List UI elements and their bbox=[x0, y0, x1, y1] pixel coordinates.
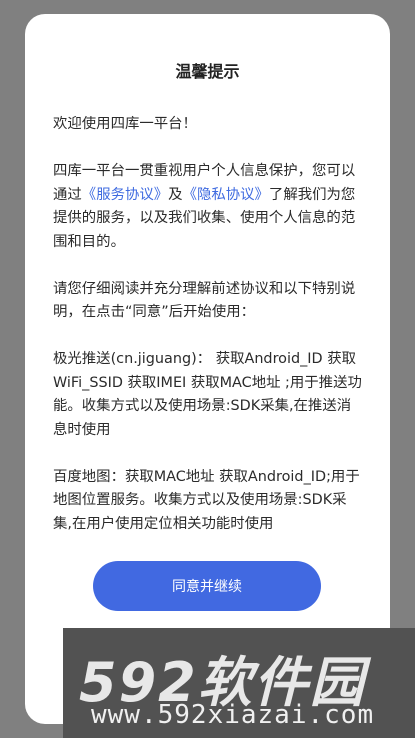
privacy-paragraph: 四库一平台一贯重视用户个人信息保护，您可以通过《服务协议》及《隐私协议》了解我们… bbox=[53, 160, 365, 254]
privacy-and: 及 bbox=[168, 186, 183, 203]
dialog-body: 欢迎使用四库一平台！ 四库一平台一贯重视用户个人信息保护，您可以通过《服务协议》… bbox=[53, 113, 365, 536]
privacy-dialog: 温馨提示 欢迎使用四库一平台！ 四库一平台一贯重视用户个人信息保护，您可以通过《… bbox=[25, 14, 390, 724]
dialog-title: 温馨提示 bbox=[175, 62, 240, 81]
read-notice: 请您仔细阅读并充分理解前述协议和以下特别说明，在点击“同意”后开始使用： bbox=[53, 280, 356, 321]
watermark-url: www.592xiazai.com bbox=[91, 700, 375, 730]
service-agreement-link[interactable]: 《服务协议》 bbox=[82, 187, 168, 203]
welcome-text: 欢迎使用四库一平台！ bbox=[53, 116, 197, 132]
jpush-notice: 极光推送(cn.jiguang)： 获取Android_ID 获取WiFi_SS… bbox=[53, 351, 362, 438]
site-watermark: 592软件园 www.592xiazai.com bbox=[63, 628, 415, 738]
baidu-map-notice: 百度地图：获取MAC地址 获取Android_ID;用于地图位置服务。收集方式以… bbox=[53, 468, 360, 532]
agree-continue-button[interactable]: 同意并继续 bbox=[93, 561, 321, 611]
privacy-agreement-link[interactable]: 《隐私协议》 bbox=[183, 187, 269, 203]
